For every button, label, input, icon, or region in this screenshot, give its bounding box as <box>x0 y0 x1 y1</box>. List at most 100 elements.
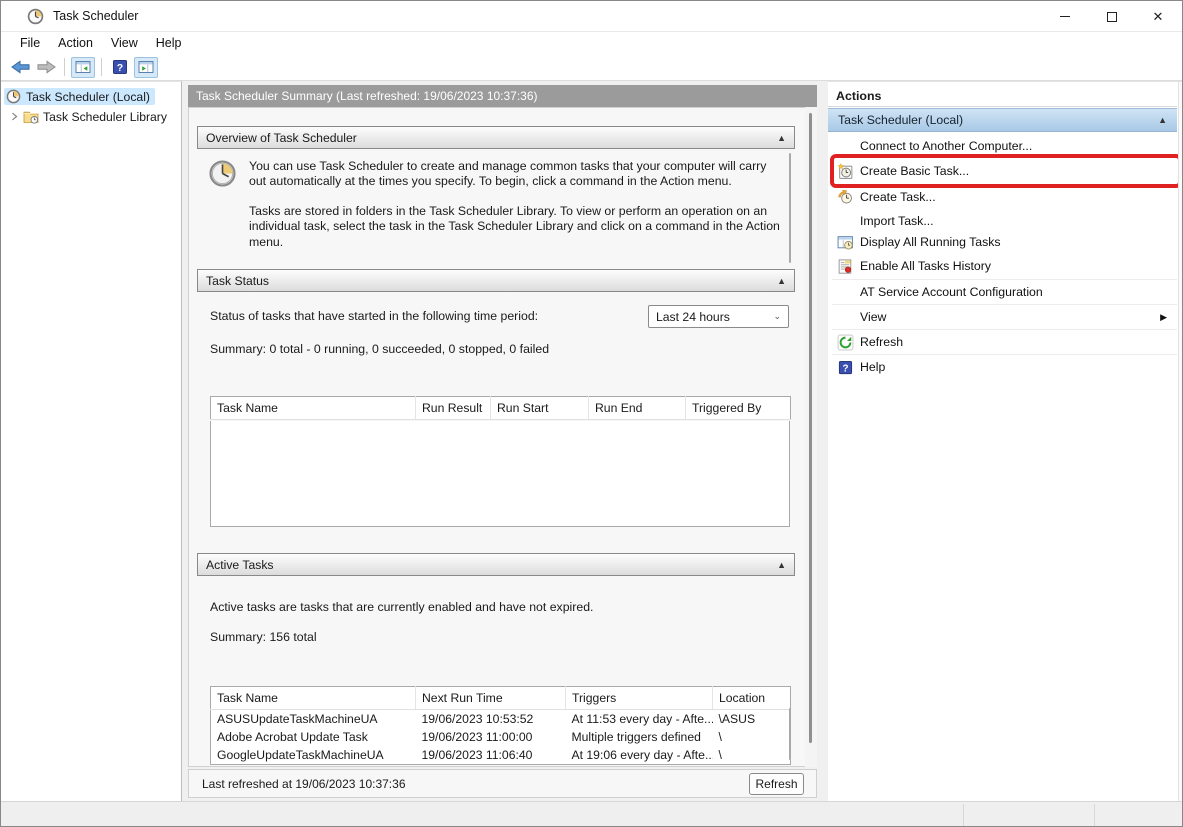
action-display-all-running-tasks[interactable]: Display All Running Tasks <box>828 230 1177 254</box>
chevron-down-icon: ⌄ <box>773 311 781 322</box>
task-scheduler-window: Task Scheduler ✕ File Action View Help ? <box>0 0 1183 827</box>
toolbar-separator <box>101 58 102 76</box>
window-title: Task Scheduler <box>53 9 138 23</box>
main-area: Task Scheduler (Local) Task Scheduler Li… <box>1 81 1183 801</box>
svg-text:?: ? <box>842 363 848 374</box>
column-header[interactable]: Location <box>713 687 791 710</box>
submenu-arrow-icon: ▶ <box>1160 312 1167 323</box>
column-header[interactable]: Task Name <box>211 687 416 710</box>
action-at-service-account-configuration[interactable]: AT Service Account Configuration <box>828 280 1177 304</box>
task-status-table: Task Name Run Result Run Start Run End T… <box>210 396 791 420</box>
column-header[interactable]: Task Name <box>211 397 416 420</box>
cell-triggers: At 11:53 every day - Afte... <box>566 710 713 729</box>
table-row[interactable]: Adobe Acrobat Update Task 19/06/2023 11:… <box>211 728 791 746</box>
forward-arrow-icon[interactable] <box>34 57 58 78</box>
action-refresh[interactable]: Refresh <box>828 330 1177 354</box>
action-view[interactable]: View ▶ <box>828 305 1177 329</box>
action-label: Create Basic Task... <box>860 164 969 178</box>
chevron-right-icon[interactable] <box>10 112 19 121</box>
minimize-icon <box>1060 16 1070 17</box>
tree-item-label: Task Scheduler (Local) <box>26 90 150 104</box>
tree-item-label: Task Scheduler Library <box>43 110 167 124</box>
menu-view[interactable]: View <box>102 34 147 52</box>
table-row[interactable]: ASUSUpdateTaskMachineUA 19/06/2023 10:53… <box>211 710 791 729</box>
action-label: Connect to Another Computer... <box>860 139 1032 153</box>
table-row[interactable]: GoogleUpdateTaskMachineUA 19/06/2023 11:… <box>211 746 791 765</box>
maximize-icon <box>1107 12 1117 22</box>
menu-action[interactable]: Action <box>49 34 102 52</box>
refresh-icon <box>837 334 854 351</box>
column-header[interactable]: Run Result <box>416 397 491 420</box>
minimize-button[interactable] <box>1042 1 1088 32</box>
cell-task-name: GoogleUpdateTaskMachineUA <box>211 746 416 765</box>
action-create-task[interactable]: Create Task... <box>828 185 1177 209</box>
column-header[interactable]: Run End <box>589 397 686 420</box>
action-create-basic-task[interactable]: Create Basic Task... <box>828 159 1177 183</box>
create-task-icon <box>837 189 854 206</box>
cell-task-name: ASUSUpdateTaskMachineUA <box>211 710 416 729</box>
column-header[interactable]: Triggers <box>566 687 713 710</box>
summary-panel: Task Scheduler Summary (Last refreshed: … <box>188 81 823 801</box>
summary-scrollbar[interactable] <box>805 107 817 767</box>
cell-next-run-time: 19/06/2023 10:53:52 <box>416 710 566 729</box>
close-button[interactable]: ✕ <box>1135 1 1181 32</box>
action-label: Enable All Tasks History <box>860 259 991 273</box>
show-console-tree-icon[interactable] <box>71 57 95 78</box>
collapse-arrow-icon[interactable]: ▲ <box>1158 115 1167 125</box>
task-status-table-body <box>210 421 790 527</box>
actions-scrollbar[interactable] <box>1178 82 1183 802</box>
active-tasks-scrollbar-thumb[interactable] <box>789 708 791 760</box>
help-icon[interactable]: ? <box>108 57 132 78</box>
bottom-strip-divider <box>1094 804 1095 827</box>
task-status-period-label: Status of tasks that have started in the… <box>210 309 538 323</box>
overview-paragraph-2: Tasks are stored in folders in the Task … <box>249 204 785 250</box>
action-help[interactable]: ? Help <box>828 355 1177 379</box>
collapse-arrow-icon[interactable]: ▲ <box>777 133 786 143</box>
toolbar-separator <box>64 58 65 76</box>
show-action-pane-icon[interactable] <box>134 57 158 78</box>
active-tasks-section-header[interactable]: Active Tasks ▲ <box>197 553 795 576</box>
column-header[interactable]: Run Start <box>491 397 589 420</box>
close-icon: ✕ <box>1153 10 1164 23</box>
summary-content: Overview of Task Scheduler ▲ You can use… <box>188 107 817 767</box>
menu-help[interactable]: Help <box>147 34 191 52</box>
console-tree-panel: Task Scheduler (Local) Task Scheduler Li… <box>1 81 182 801</box>
action-enable-all-tasks-history[interactable]: Enable All Tasks History <box>828 254 1177 278</box>
task-status-section-header[interactable]: Task Status ▲ <box>197 269 795 292</box>
action-label: Import Task... <box>860 214 934 228</box>
column-header[interactable]: Triggered By <box>686 397 791 420</box>
task-status-title: Task Status <box>206 274 269 288</box>
bottom-strip-divider <box>963 804 964 827</box>
tree-item-task-scheduler-local[interactable]: Task Scheduler (Local) <box>1 87 181 106</box>
column-header[interactable]: Next Run Time <box>416 687 566 710</box>
title-bar: Task Scheduler ✕ <box>1 1 1182 32</box>
action-label: AT Service Account Configuration <box>860 285 1043 299</box>
svg-text:?: ? <box>117 62 123 74</box>
collapse-arrow-icon[interactable]: ▲ <box>777 560 786 570</box>
menu-file[interactable]: File <box>11 34 49 52</box>
task-status-summary: Summary: 0 total - 0 running, 0 succeede… <box>210 342 549 356</box>
overview-section-header[interactable]: Overview of Task Scheduler ▲ <box>197 126 795 149</box>
time-period-dropdown[interactable]: Last 24 hours ⌄ <box>648 305 789 328</box>
refresh-button[interactable]: Refresh <box>749 773 804 795</box>
tasks-history-icon <box>837 258 854 275</box>
action-connect-to-another-computer[interactable]: Connect to Another Computer... <box>828 134 1177 158</box>
maximize-button[interactable] <box>1089 1 1135 32</box>
action-label: Display All Running Tasks <box>860 235 1001 249</box>
cell-location: \ <box>713 746 791 765</box>
action-label: Refresh <box>860 335 903 349</box>
collapse-arrow-icon[interactable]: ▲ <box>777 276 786 286</box>
cell-next-run-time: 19/06/2023 11:06:40 <box>416 746 566 765</box>
actions-group-header[interactable]: Task Scheduler (Local) ▲ <box>828 108 1177 132</box>
action-label: Create Task... <box>860 190 936 204</box>
active-tasks-table: Task Name Next Run Time Triggers Locatio… <box>210 686 791 765</box>
overview-clock-icon <box>208 159 237 188</box>
overview-title: Overview of Task Scheduler <box>206 131 357 145</box>
cell-triggers: Multiple triggers defined <box>566 728 713 746</box>
action-label: View <box>860 310 886 324</box>
back-arrow-icon[interactable] <box>8 57 32 78</box>
summary-scrollbar-thumb[interactable] <box>809 113 812 743</box>
task-scheduler-app-icon <box>27 8 44 25</box>
overview-scrollbar-thumb[interactable] <box>789 153 791 263</box>
tree-item-task-scheduler-library[interactable]: Task Scheduler Library <box>1 107 181 126</box>
